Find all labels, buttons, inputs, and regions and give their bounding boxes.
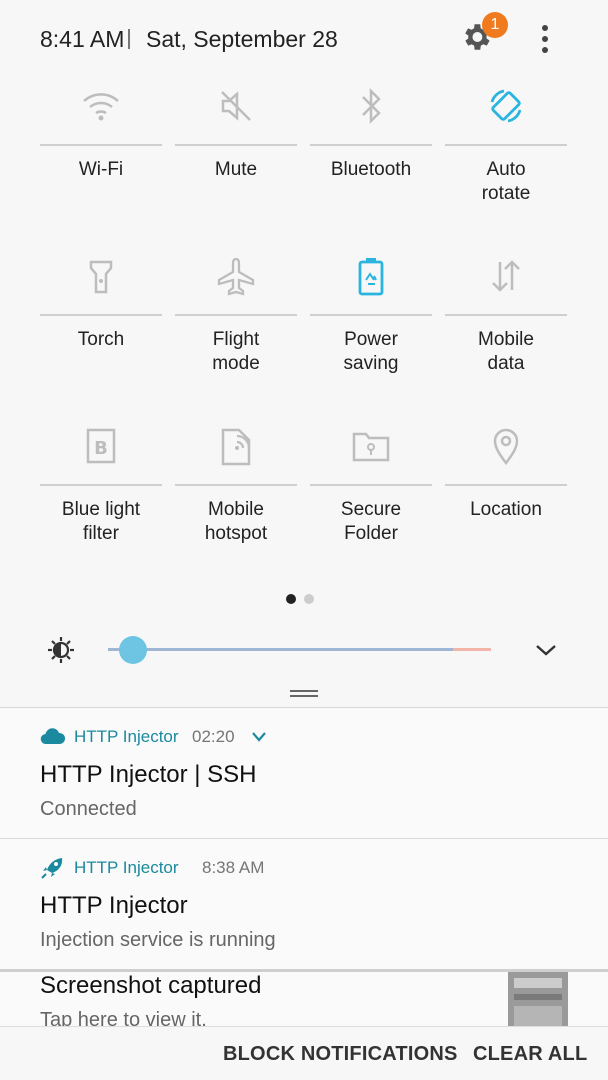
- quick-tile[interactable]: Auto rotate: [445, 80, 567, 240]
- mobile-data-icon: [480, 250, 532, 302]
- blue-light-filter-icon: B: [75, 420, 127, 472]
- page-dot-active: [286, 594, 296, 604]
- tile-divider: [445, 144, 567, 146]
- quick-tile-label: Mobile data: [478, 329, 534, 374]
- quick-tile-label: Torch: [77, 329, 125, 350]
- tile-divider: [310, 484, 432, 486]
- notification-text: Injection service is running: [40, 929, 276, 951]
- quick-tile[interactable]: Mute: [175, 80, 297, 240]
- quick-tile[interactable]: Wi-Fi: [40, 80, 162, 240]
- tile-divider: [445, 484, 567, 486]
- clock: 8:41 AM: [40, 26, 125, 52]
- quick-tile-label: Mobile hotspot: [204, 499, 268, 544]
- quick-tile[interactable]: Power saving: [310, 250, 432, 410]
- tile-divider: [175, 314, 297, 316]
- notification-title: Screenshot captured: [40, 972, 262, 999]
- wifi-icon: [75, 80, 127, 132]
- quick-tile-label: Auto rotate: [481, 159, 531, 204]
- quick-tile[interactable]: Mobile data: [445, 250, 567, 410]
- quick-tile-label: Secure Folder: [340, 499, 402, 544]
- tile-divider: [175, 144, 297, 146]
- quick-tile[interactable]: Torch: [40, 250, 162, 410]
- status-bar: 8:41 AM Sat, September 28 1: [0, 0, 608, 80]
- brightness-track-end[interactable]: [453, 648, 491, 651]
- quick-tile[interactable]: Bluetooth: [310, 80, 432, 240]
- quick-tile[interactable]: Flight mode: [175, 250, 297, 410]
- tile-divider: [40, 314, 162, 316]
- quick-tile-label: Mute: [214, 159, 258, 180]
- quick-tile-label: Wi-Fi: [78, 159, 124, 180]
- notification-card[interactable]: HTTP Injector 8:38 AM HTTP Injector Inje…: [0, 838, 608, 970]
- battery-recycle-icon: [345, 250, 397, 302]
- tile-divider: [40, 484, 162, 486]
- svg-text:B: B: [94, 438, 108, 459]
- bluetooth-icon: [345, 80, 397, 132]
- location-icon: [480, 420, 532, 472]
- page-indicator: [286, 591, 322, 609]
- brightness-icon: [46, 635, 76, 665]
- divider: [128, 29, 130, 49]
- notification-badge: 1: [482, 12, 508, 38]
- clear-all-button[interactable]: CLEAR ALL: [473, 1043, 587, 1066]
- hotspot-icon: [210, 420, 262, 472]
- quick-tile-label: Flight mode: [212, 329, 260, 374]
- quick-tile[interactable]: B Blue light filter: [40, 420, 162, 580]
- notification-card[interactable]: Screenshot captured Tap here to view it.: [0, 969, 608, 1029]
- quick-tile[interactable]: Secure Folder: [310, 420, 432, 580]
- tile-divider: [310, 314, 432, 316]
- quick-tile-label: Power saving: [343, 329, 399, 374]
- page-dot: [304, 594, 314, 604]
- quick-tile[interactable]: Location: [445, 420, 567, 580]
- brightness-slider-thumb[interactable]: [119, 636, 148, 664]
- notification-text: Connected: [40, 798, 137, 820]
- airplane-icon: [210, 250, 262, 302]
- expand-chevron-icon[interactable]: [250, 730, 268, 744]
- quick-tile[interactable]: Mobile hotspot: [175, 420, 297, 580]
- rocket-icon: [41, 858, 63, 879]
- notification-app-name: HTTP Injector: [74, 858, 179, 877]
- tile-divider: [445, 314, 567, 316]
- quick-tile-label: Blue light filter: [61, 499, 141, 544]
- notification-title: HTTP Injector | SSH: [40, 761, 257, 788]
- auto-rotate-icon: [480, 80, 532, 132]
- tile-divider: [175, 484, 297, 486]
- mute-icon: [210, 80, 262, 132]
- brightness-track[interactable]: [108, 648, 453, 651]
- notification-actions-bar: BLOCK NOTIFICATIONS CLEAR ALL: [0, 1026, 608, 1080]
- cloud-icon: [40, 728, 66, 745]
- quick-tile-label: Bluetooth: [330, 159, 412, 180]
- notification-time: 8:38 AM: [202, 858, 265, 877]
- secure-folder-icon: [345, 420, 397, 472]
- notification-card[interactable]: HTTP Injector 02:20 HTTP Injector | SSH …: [0, 707, 608, 839]
- quick-tile-label: Location: [470, 499, 542, 520]
- drag-handle[interactable]: [290, 690, 318, 698]
- screenshot-thumbnail: [508, 972, 568, 1029]
- block-notifications-button[interactable]: BLOCK NOTIFICATIONS: [223, 1043, 458, 1066]
- tile-divider: [310, 144, 432, 146]
- chevron-down-icon[interactable]: [532, 638, 560, 662]
- notification-time: 02:20: [192, 727, 235, 746]
- tile-divider: [40, 144, 162, 146]
- notification-app-name: HTTP Injector: [74, 727, 179, 746]
- date: Sat, September 28: [146, 26, 338, 52]
- notification-title: HTTP Injector: [40, 892, 188, 919]
- more-options-icon[interactable]: [530, 22, 560, 56]
- torch-icon: [75, 250, 127, 302]
